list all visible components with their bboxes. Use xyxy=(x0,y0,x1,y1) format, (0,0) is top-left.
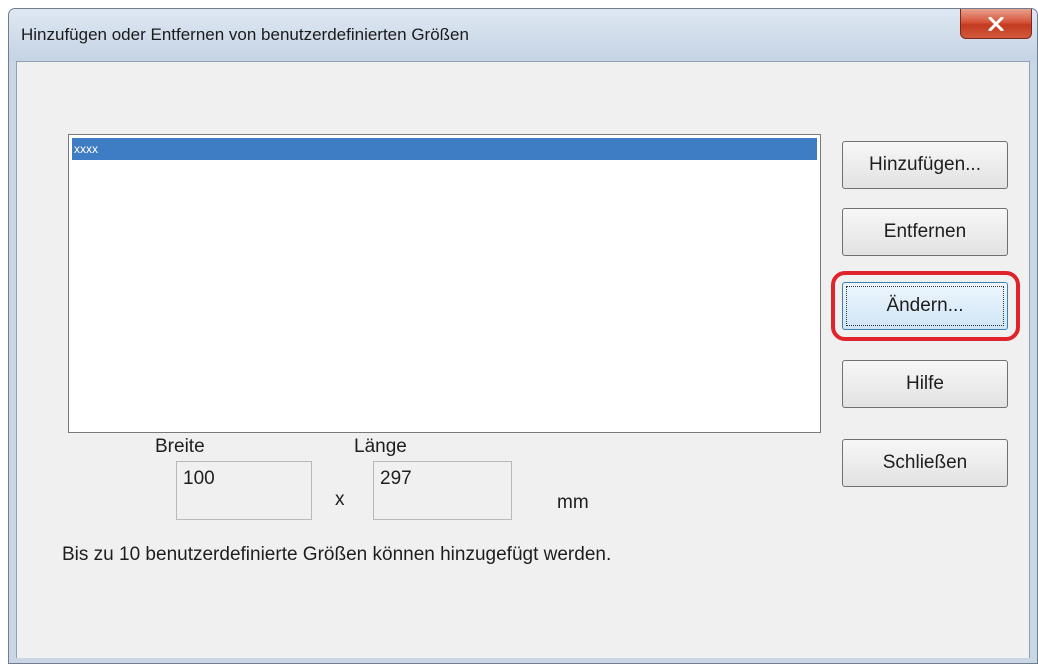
dialog-window: Hinzufügen oder Entfernen von benutzerde… xyxy=(8,8,1038,664)
width-field[interactable]: 100 xyxy=(176,461,312,520)
info-note: Bis zu 10 benutzerdefinierte Größen könn… xyxy=(62,544,612,565)
close-icon xyxy=(988,16,1004,31)
dialog-content: xxxx Hinzufügen... Entfernen Ändern... H… xyxy=(16,61,1030,658)
highlight-annotation xyxy=(831,271,1020,341)
add-button[interactable]: Hinzufügen... xyxy=(842,141,1008,189)
length-label: Länge xyxy=(354,436,407,457)
list-item[interactable]: xxxx xyxy=(72,138,817,160)
close-button[interactable]: Schließen xyxy=(842,439,1008,487)
close-window-button[interactable] xyxy=(960,9,1032,39)
width-label: Breite xyxy=(155,436,205,457)
window-title: Hinzufügen oder Entfernen von benutzerde… xyxy=(21,25,469,44)
title-bar[interactable]: Hinzufügen oder Entfernen von benutzerde… xyxy=(9,9,1037,61)
length-field[interactable]: 297 xyxy=(373,461,512,520)
unit-label: mm xyxy=(557,492,589,513)
times-separator: x xyxy=(335,489,345,510)
help-button[interactable]: Hilfe xyxy=(842,360,1008,408)
custom-sizes-list[interactable]: xxxx xyxy=(68,134,821,433)
remove-button[interactable]: Entfernen xyxy=(842,208,1008,256)
